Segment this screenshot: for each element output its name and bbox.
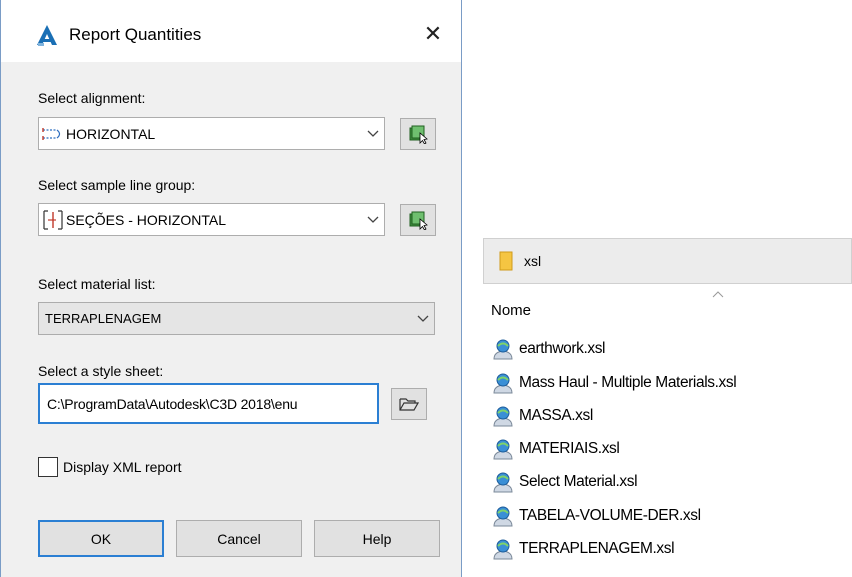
open-folder-icon bbox=[399, 398, 419, 411]
column-header-name[interactable]: Nome bbox=[491, 302, 531, 319]
file-name: MATERIAIS.xsl bbox=[519, 440, 620, 457]
title-bar: Report Quantities ✕ bbox=[1, 0, 461, 62]
xsl-file-icon bbox=[493, 373, 513, 394]
close-button[interactable]: ✕ bbox=[415, 18, 451, 50]
folder-icon bbox=[499, 251, 513, 271]
browse-button[interactable] bbox=[391, 388, 427, 420]
autocad-app-icon bbox=[37, 25, 57, 46]
file-item[interactable]: TERRAPLENAGEM.xsl bbox=[491, 534, 675, 564]
sample-line-group-label: Select sample line group: bbox=[38, 177, 196, 193]
xsl-file-icon bbox=[493, 339, 513, 360]
ok-button[interactable]: OK bbox=[38, 520, 164, 557]
folder-name: xsl bbox=[524, 253, 542, 269]
file-name: Select Material.xsl bbox=[519, 473, 638, 490]
display-xml-label[interactable]: Display XML report bbox=[63, 459, 182, 475]
sample-line-group-value: SEÇÕES - HORIZONTAL bbox=[66, 211, 226, 228]
dialog-title: Report Quantities bbox=[69, 25, 202, 44]
pick-sample-line-group-button[interactable] bbox=[400, 204, 436, 236]
display-xml-checkbox[interactable] bbox=[38, 457, 58, 477]
file-item[interactable]: Mass Haul - Multiple Materials.xsl bbox=[491, 368, 737, 398]
file-name: TABELA-VOLUME-DER.xsl bbox=[519, 507, 701, 524]
pick-from-drawing-icon bbox=[409, 125, 428, 144]
file-name: TERRAPLENAGEM.xsl bbox=[519, 540, 675, 557]
report-quantities-dialog: Report Quantities ✕ Select alignment: HO… bbox=[0, 0, 462, 577]
file-name: earthwork.xsl bbox=[519, 340, 606, 357]
sort-ascending-icon bbox=[712, 291, 724, 298]
file-item[interactable]: earthwork.xsl bbox=[491, 334, 606, 364]
alignment-icon bbox=[42, 124, 66, 144]
xsl-file-icon bbox=[493, 439, 513, 460]
sample-line-group-icon bbox=[42, 209, 66, 230]
xsl-file-icon bbox=[493, 406, 513, 427]
chevron-down-icon bbox=[362, 216, 384, 224]
alignment-label: Select alignment: bbox=[38, 90, 146, 106]
file-item[interactable]: TABELA-VOLUME-DER.xsl bbox=[491, 501, 701, 531]
material-list-dropdown[interactable]: TERRAPLENAGEM bbox=[38, 302, 435, 335]
chevron-down-icon bbox=[362, 130, 384, 138]
file-item[interactable]: MASSA.xsl bbox=[491, 401, 593, 431]
file-name: Mass Haul - Multiple Materials.xsl bbox=[519, 374, 737, 391]
style-sheet-path-input[interactable]: C:\ProgramData\Autodesk\C3D 2018\enu bbox=[38, 383, 379, 424]
file-name: MASSA.xsl bbox=[519, 407, 593, 424]
cancel-button[interactable]: Cancel bbox=[176, 520, 302, 557]
xsl-file-icon bbox=[493, 506, 513, 527]
chevron-down-icon bbox=[412, 315, 434, 323]
file-item[interactable]: Select Material.xsl bbox=[491, 467, 638, 497]
material-list-value: TERRAPLENAGEM bbox=[45, 311, 162, 326]
help-button[interactable]: Help bbox=[314, 520, 440, 557]
material-list-label: Select material list: bbox=[38, 276, 156, 292]
alignment-dropdown[interactable]: HORIZONTAL bbox=[38, 117, 385, 150]
xsl-file-icon bbox=[493, 539, 513, 560]
style-sheet-label: Select a style sheet: bbox=[38, 363, 164, 379]
file-item[interactable]: MATERIAIS.xsl bbox=[491, 434, 620, 464]
alignment-value: HORIZONTAL bbox=[66, 125, 156, 142]
pick-alignment-button[interactable] bbox=[400, 118, 436, 150]
file-explorer-panel: xsl Nome earthwork.xsl Mass Haul - Multi… bbox=[483, 238, 852, 577]
address-bar[interactable]: xsl bbox=[483, 238, 852, 284]
pick-from-drawing-icon bbox=[409, 211, 428, 230]
xsl-file-icon bbox=[493, 472, 513, 493]
close-icon: ✕ bbox=[423, 21, 443, 46]
sample-line-group-dropdown[interactable]: SEÇÕES - HORIZONTAL bbox=[38, 203, 385, 236]
